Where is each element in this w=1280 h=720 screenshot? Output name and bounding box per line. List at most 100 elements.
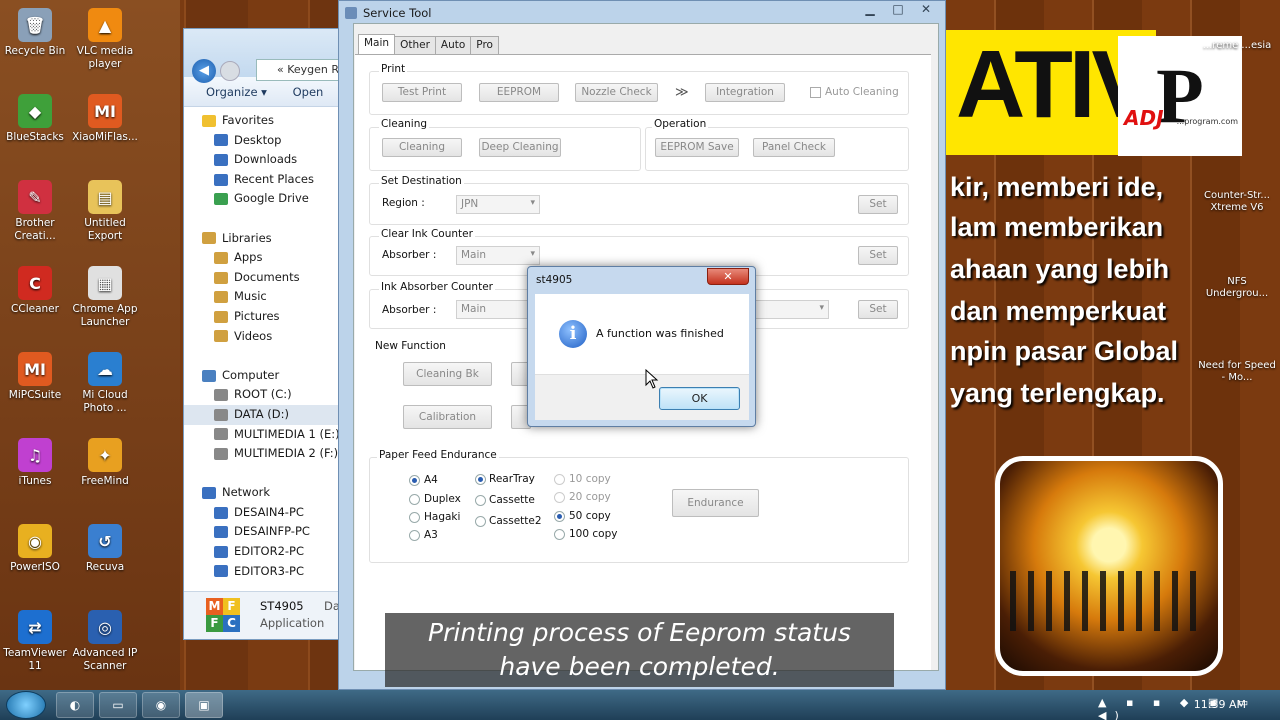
radio-duplex[interactable] <box>409 494 420 505</box>
tree-item[interactable]: MULTIMEDIA 1 (E:) <box>184 425 343 445</box>
taskbar-ie-icon[interactable]: ◐ <box>56 692 94 718</box>
auto-cleaning-checkbox[interactable] <box>810 87 821 98</box>
tree-item[interactable]: Network <box>184 483 343 503</box>
radio-100-copy[interactable] <box>554 529 565 540</box>
tree-item[interactable]: Downloads <box>184 150 343 170</box>
tree-item[interactable]: EDITOR3-PC <box>184 562 343 582</box>
label-duplex: Duplex <box>424 493 461 505</box>
minimize-icon[interactable]: ▁ <box>857 1 883 19</box>
desktop-app-icon: ◆ <box>18 94 52 128</box>
tree-item[interactable]: ROOT (C:) <box>184 385 343 405</box>
ok-button[interactable]: OK <box>659 387 740 410</box>
clear-ink-absorber-select[interactable]: Main <box>456 246 540 265</box>
tree-item[interactable]: MULTIMEDIA 2 (F:) <box>184 444 343 464</box>
tab-main[interactable]: Main <box>358 34 396 54</box>
desktop-icon[interactable]: ▲ VLC media player <box>70 8 140 71</box>
desktop-icon[interactable]: 🗑 Recycle Bin <box>0 8 70 58</box>
folder-icon <box>214 173 228 186</box>
dialog-close-icon[interactable]: ✕ <box>707 268 749 285</box>
desktop-icon[interactable]: ◆ BlueStacks <box>0 94 70 144</box>
test-print-button[interactable]: Test Print <box>382 83 462 102</box>
label-50-copy: 50 copy <box>569 510 611 522</box>
details-type: Application <box>260 616 325 630</box>
start-button[interactable] <box>6 691 46 719</box>
desktop-icon[interactable]: ⇄ TeamViewer 11 <box>0 610 70 673</box>
desktop-icon[interactable]: ✎ Brother Creati... <box>0 180 70 243</box>
tree-item[interactable]: Videos <box>184 327 343 347</box>
tree-item[interactable]: Favorites <box>184 111 343 131</box>
tree-item[interactable]: DESAINFP-PC <box>184 522 343 542</box>
eeprom-button[interactable]: EEPROM <box>479 83 559 102</box>
calibration-button[interactable]: Calibration <box>403 405 492 429</box>
radio-20-copy[interactable] <box>554 492 565 503</box>
desktop-icon[interactable]: ✦ FreeMind <box>70 438 140 488</box>
desktop-icon[interactable]: ...reme ...esia <box>1198 40 1276 52</box>
radio-10-copy[interactable] <box>554 474 565 485</box>
desktop-icon[interactable]: ☁ Mi Cloud Photo ... <box>70 352 140 415</box>
desktop-icon[interactable]: MI MiPCSuite <box>0 352 70 402</box>
tree-item[interactable]: Libraries <box>184 229 343 249</box>
tree-item[interactable]: Pictures <box>184 307 343 327</box>
tree-item[interactable]: Desktop <box>184 131 343 151</box>
radio-reartray[interactable] <box>475 474 486 485</box>
tree-item[interactable]: Computer <box>184 366 343 386</box>
forward-button[interactable] <box>220 61 240 81</box>
open-button[interactable]: Open <box>293 85 324 99</box>
desktop-icon[interactable]: ◎ Advanced IP Scanner <box>70 610 140 673</box>
cleaning-group-label: Cleaning <box>379 118 430 130</box>
desktop-icon[interactable]: ◉ PowerISO <box>0 524 70 574</box>
desktop-icon[interactable]: Need for Speed - Mo... <box>1198 360 1276 384</box>
tab-auto[interactable]: Auto <box>434 36 472 54</box>
tree-item[interactable]: Documents <box>184 268 343 288</box>
desktop-icon[interactable]: Counter-Str... Xtreme V6 <box>1198 190 1276 214</box>
taskbar-firefox-icon[interactable]: ◉ <box>142 692 180 718</box>
tree-item[interactable]: Google Drive <box>184 189 343 209</box>
maximize-icon[interactable]: □ <box>885 1 911 19</box>
desktop-icon[interactable]: ▤ Untitled Export <box>70 180 140 243</box>
radio-a3[interactable] <box>409 530 420 541</box>
tree-item[interactable]: DESAIN4-PC <box>184 503 343 523</box>
tab-pro[interactable]: Pro <box>470 36 499 54</box>
panel-check-button[interactable]: Panel Check <box>753 138 835 157</box>
system-tray-icons[interactable]: ▲ ▪ ▪ ◆ ▣ ▭ ◀) <box>1098 696 1280 720</box>
back-button[interactable]: ◀ <box>192 59 216 83</box>
taskbar-servicetool-icon[interactable]: ▣ <box>185 692 223 718</box>
address-bar[interactable]: « Keygen R <box>256 59 344 81</box>
deep-cleaning-button[interactable]: Deep Cleaning <box>479 138 561 157</box>
radio-50-copy[interactable] <box>554 511 565 522</box>
radio-hagaki[interactable] <box>409 512 420 523</box>
desktop-icon[interactable]: ▦ Chrome App Launcher <box>70 266 140 329</box>
radio-a4[interactable] <box>409 475 420 486</box>
tree-item[interactable]: EDITOR2-PC <box>184 542 343 562</box>
desktop-icon[interactable]: NFS Undergrou... <box>1198 276 1276 300</box>
desktop-icon[interactable]: MI XiaoMiFlas... <box>70 94 140 144</box>
set-destination-button[interactable]: Set <box>858 195 898 214</box>
desktop-icon[interactable]: ↺ Recuva <box>70 524 140 574</box>
radio-cassette[interactable] <box>475 495 486 506</box>
close-icon[interactable]: ✕ <box>913 1 939 19</box>
clear-ink-set-button[interactable]: Set <box>858 246 898 265</box>
organize-button[interactable]: Organize ▾ <box>206 85 267 99</box>
cleaning-bk-button[interactable]: Cleaning Bk <box>403 362 492 386</box>
eeprom-save-button[interactable]: EEPROM Save <box>655 138 739 157</box>
endurance-button[interactable]: Endurance <box>672 489 759 517</box>
tree-item[interactable]: Apps <box>184 248 343 268</box>
ink-absorber-set-button[interactable]: Set <box>858 300 898 319</box>
nozzle-check-button[interactable]: Nozzle Check <box>575 83 658 102</box>
tab-other[interactable]: Other <box>394 36 436 54</box>
window-title: Service Tool <box>363 6 432 20</box>
ink-absorber-counter-select[interactable] <box>755 300 829 319</box>
tree-item[interactable]: DATA (D:) <box>184 404 343 425</box>
taskbar-explorer-icon[interactable]: ▭ <box>99 692 137 718</box>
tree-item[interactable]: Music <box>184 287 343 307</box>
tree-item[interactable]: Recent Places <box>184 170 343 190</box>
region-select[interactable]: JPN <box>456 195 540 214</box>
desktop-app-icon: 🗑 <box>18 8 52 42</box>
desktop-icon[interactable]: C CCleaner <box>0 266 70 316</box>
radio-cassette2[interactable] <box>475 516 486 527</box>
integration-button[interactable]: Integration <box>705 83 785 102</box>
title-bar[interactable]: Service Tool ▁ □ ✕ <box>339 1 945 25</box>
cleaning-button[interactable]: Cleaning <box>382 138 462 157</box>
desktop-icon[interactable]: ♫ iTunes <box>0 438 70 488</box>
tree-item-label: Apps <box>234 250 263 265</box>
